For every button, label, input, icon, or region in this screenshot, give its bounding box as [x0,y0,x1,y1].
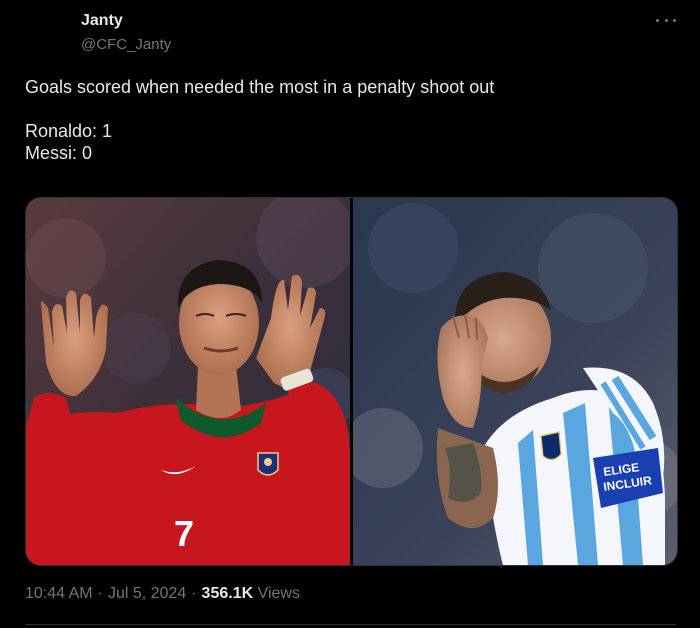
tweet-line: Goals scored when needed the most in a p… [25,77,495,97]
meta-separator: · [97,585,103,602]
tweet-line: Messi: 0 [25,143,93,163]
tweet-time[interactable]: 10:44 AM [25,585,93,602]
tweet-date[interactable]: Jul 5, 2024 [108,585,186,602]
divider-line [25,624,676,625]
tweet-media[interactable]: 7 ELIGE INCLUIR [25,197,678,566]
photo-ronaldo[interactable]: 7 [26,198,350,565]
author-avatar[interactable] [24,10,72,58]
author-name[interactable]: Janty [81,12,123,30]
more-options-icon[interactable] [656,10,676,30]
views-label: Views [257,585,300,602]
tweet-meta: 10:44 AM · Jul 5, 2024 · 356.1K Views [25,585,300,603]
views-count: 356.1K [201,585,254,602]
tweet-line: Ronaldo: 1 [25,121,113,141]
meta-separator: · [191,585,197,602]
tweet-text: Goals scored when needed the most in a p… [25,76,675,164]
author-handle[interactable]: @CFC_Janty [81,36,171,53]
jersey-number: 7 [174,513,194,554]
photo-messi[interactable]: ELIGE INCLUIR [353,198,677,565]
